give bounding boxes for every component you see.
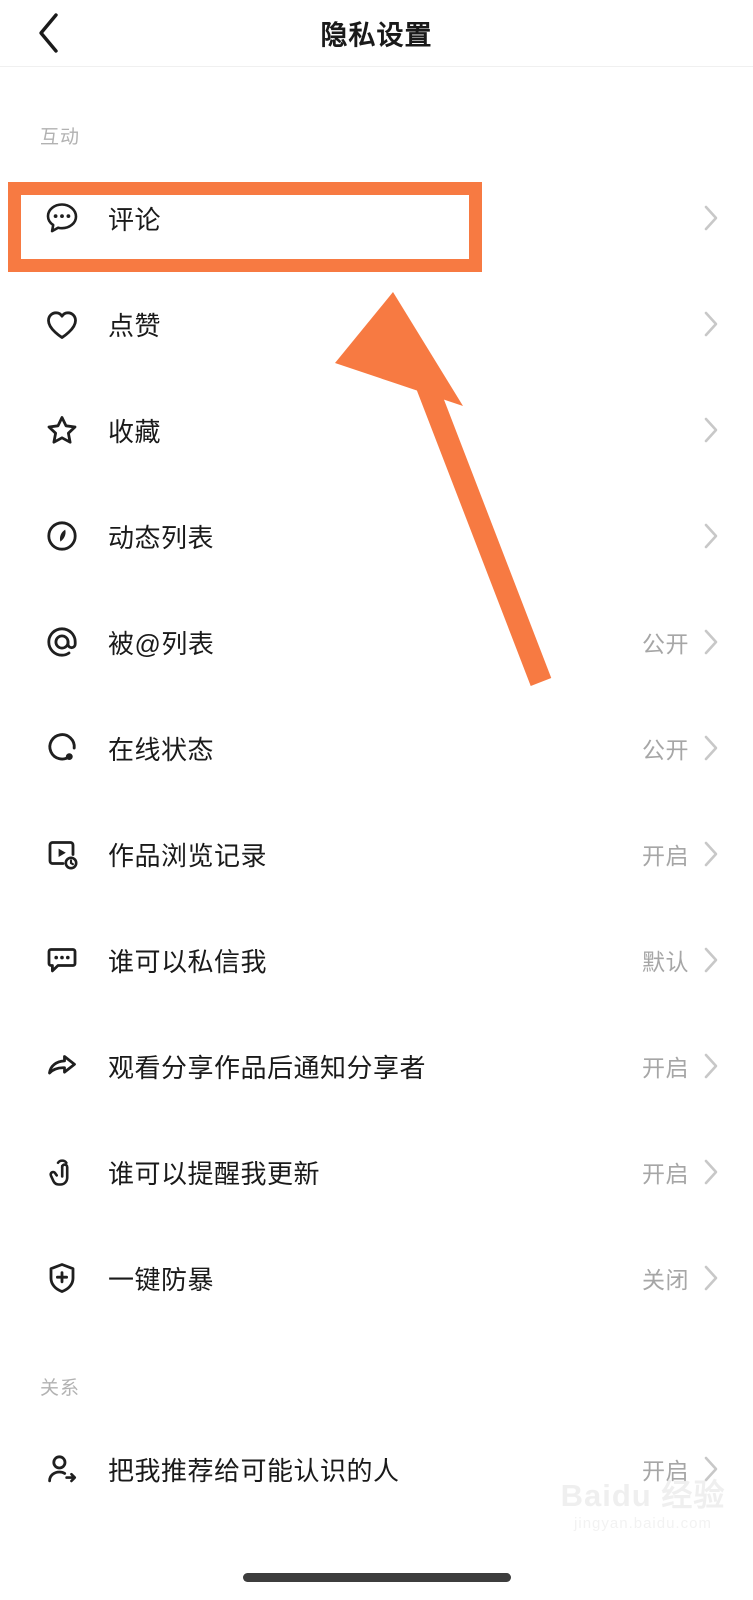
- settings-row-comment[interactable]: 评论: [0, 165, 753, 271]
- settings-list: 互动 评论 点赞 收藏 动态列表 被@列表 公开 在线状态 公开 作品浏览记录 …: [0, 67, 753, 1522]
- settings-row-value: 开启: [642, 843, 689, 869]
- comment-bubble-icon: [40, 196, 84, 240]
- person-add-icon: [40, 1447, 84, 1491]
- settings-row-label: 观看分享作品后通知分享者: [108, 1052, 427, 1083]
- at-mention-icon: [40, 620, 84, 664]
- settings-row-favorite[interactable]: 收藏: [0, 377, 753, 483]
- settings-row-label: 谁可以提醒我更新: [108, 1158, 321, 1189]
- settings-row-value: 开启: [642, 1055, 689, 1081]
- star-icon: [40, 408, 84, 452]
- settings-row-anti-abuse[interactable]: 一键防暴 关闭: [0, 1225, 753, 1331]
- chevron-right-icon: [703, 946, 719, 974]
- row-right-group: [689, 204, 719, 232]
- chevron-right-icon: [703, 1455, 719, 1483]
- row-right-group: 开启: [642, 837, 719, 871]
- settings-row-mention-list[interactable]: 被@列表 公开: [0, 589, 753, 695]
- settings-row-label: 点赞: [108, 310, 162, 341]
- row-right-group: [689, 310, 719, 338]
- shield-plus-icon: [40, 1256, 84, 1300]
- compass-icon: [40, 514, 84, 558]
- chevron-right-icon: [703, 416, 719, 444]
- settings-row-label: 谁可以私信我: [108, 946, 268, 977]
- online-status-icon: [40, 726, 84, 770]
- app-header: 隐私设置: [0, 0, 753, 67]
- settings-row-remind-update[interactable]: 谁可以提醒我更新 开启: [0, 1119, 753, 1225]
- settings-row-label: 作品浏览记录: [108, 840, 268, 871]
- chevron-right-icon: [703, 734, 719, 762]
- settings-row-label: 收藏: [108, 416, 162, 447]
- heart-icon: [40, 302, 84, 346]
- settings-row-label: 评论: [108, 204, 162, 235]
- tap-hand-icon: [40, 1150, 84, 1194]
- row-right-group: 默认: [642, 943, 719, 977]
- settings-row-online-status[interactable]: 在线状态 公开: [0, 695, 753, 801]
- settings-row-value: 公开: [642, 631, 689, 657]
- settings-row-value: 默认: [642, 949, 689, 975]
- video-history-icon: [40, 832, 84, 876]
- settings-row-like[interactable]: 点赞: [0, 271, 753, 377]
- chevron-right-icon: [703, 1264, 719, 1292]
- row-right-group: 开启: [642, 1452, 719, 1486]
- row-right-group: [689, 416, 719, 444]
- settings-row-label: 动态列表: [108, 522, 215, 553]
- row-right-group: 开启: [642, 1049, 719, 1083]
- settings-row-label: 把我推荐给可能认识的人: [108, 1455, 400, 1486]
- chevron-right-icon: [703, 310, 719, 338]
- settings-row-label: 一键防暴: [108, 1264, 215, 1295]
- settings-row-feed-list[interactable]: 动态列表: [0, 483, 753, 589]
- row-right-group: 公开: [642, 731, 719, 765]
- chevron-right-icon: [703, 1052, 719, 1080]
- settings-row-label: 在线状态: [108, 734, 215, 765]
- home-indicator[interactable]: [242, 1573, 511, 1582]
- chevron-right-icon: [703, 840, 719, 868]
- share-arrow-icon: [40, 1044, 84, 1088]
- chevron-right-icon: [703, 204, 719, 232]
- page-title: 隐私设置: [320, 20, 433, 51]
- row-right-group: 关闭: [642, 1261, 719, 1295]
- settings-row-notify-sharer[interactable]: 观看分享作品后通知分享者 开启: [0, 1013, 753, 1119]
- chevron-right-icon: [703, 628, 719, 656]
- message-box-icon: [40, 938, 84, 982]
- settings-row-direct-message[interactable]: 谁可以私信我 默认: [0, 907, 753, 1013]
- row-right-group: 开启: [642, 1155, 719, 1189]
- settings-row-value: 关闭: [642, 1267, 689, 1293]
- section-header-relation: 关系: [40, 1378, 81, 1399]
- chevron-right-icon: [703, 522, 719, 550]
- settings-row-watch-history[interactable]: 作品浏览记录 开启: [0, 801, 753, 907]
- settings-row-value: 开启: [642, 1458, 689, 1484]
- settings-row-value: 开启: [642, 1161, 689, 1187]
- settings-row-recommend-me[interactable]: 把我推荐给可能认识的人 开启: [0, 1416, 753, 1522]
- row-right-group: [689, 522, 719, 550]
- chevron-right-icon: [703, 1158, 719, 1186]
- settings-row-label: 被@列表: [108, 628, 215, 659]
- section-header-interaction: 互动: [40, 127, 81, 148]
- settings-row-value: 公开: [642, 737, 689, 763]
- row-right-group: 公开: [642, 625, 719, 659]
